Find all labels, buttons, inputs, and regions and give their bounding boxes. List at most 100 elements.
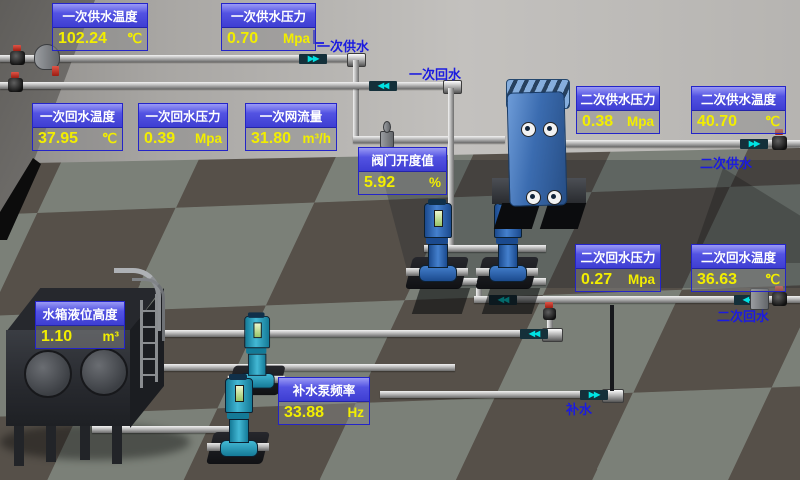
ladder-rail (140, 300, 143, 388)
tank-leg (112, 426, 122, 464)
pump-cap (229, 374, 247, 380)
valve-supply-inlet[interactable] (10, 51, 25, 65)
ladder-rungs (140, 310, 158, 312)
tag-unit: Mpa (628, 272, 655, 287)
valve-secondary-return[interactable] (772, 292, 787, 306)
tag-unit: ℃ (102, 131, 117, 147)
tag-value: 0.70 (227, 30, 258, 48)
flow-arrow-right-icon: ▶▶ (299, 54, 327, 64)
tag-title: 水箱液位高度 (36, 302, 124, 326)
pump-body (498, 244, 518, 268)
tank-leg (14, 426, 24, 466)
flow-arrow-left-icon: ◀◀ (369, 81, 397, 91)
tag-value: 0.39 (144, 130, 175, 148)
pipe-tank-line (148, 330, 548, 337)
pipe-tank-outlet (155, 364, 455, 371)
tag-unit: ℃ (765, 114, 780, 130)
pipe-label-secondary-return: 二次回水 (717, 306, 769, 325)
pipe-makeup (380, 391, 610, 398)
tag-value: 102.24 (58, 30, 107, 48)
valve-handle (13, 45, 21, 51)
tag-secondary-return-press: 二次回水压力 0.27 Mpa (575, 244, 661, 292)
heat-exchanger[interactable] (507, 91, 568, 206)
tag-unit: Mpa (195, 131, 222, 146)
pipe-label-primary-return: 一次回水 (409, 64, 461, 83)
tag-value: 5.92 (364, 174, 395, 192)
tag-tank-level: 水箱液位高度 1.10 m³ (35, 301, 125, 349)
makeup-pump-2[interactable] (216, 378, 260, 466)
tag-primary-net-flow: 一次网流量 31.80m³/h (245, 103, 337, 151)
control-valve[interactable] (380, 131, 394, 148)
circulation-pump-1[interactable] (415, 203, 459, 291)
tag-unit: ℃ (127, 31, 142, 47)
tank-manhole (80, 348, 128, 396)
pump-stub (406, 268, 420, 276)
tag-value: 36.63 (697, 271, 737, 289)
tank-leg (46, 426, 56, 462)
tag-value: 40.70 (697, 113, 737, 131)
tag-title: 一次回水温度 (33, 104, 122, 128)
tag-unit: Mpa (283, 31, 310, 46)
pump-status-window (434, 210, 443, 227)
tag-unit: ℃ (765, 272, 780, 288)
tag-unit: m³ (103, 329, 120, 344)
valve-stem (383, 121, 391, 133)
tag-unit: Mpa (627, 114, 654, 129)
pipe-to-exchanger (353, 136, 505, 143)
tag-primary-return-press: 一次回水压力 0.39 Mpa (138, 103, 228, 151)
pump-neck (426, 237, 448, 244)
pipe-label-primary-supply: 一次供水 (317, 36, 369, 55)
pipe-label-makeup: 补水 (566, 399, 592, 418)
tag-primary-return-temp: 一次回水温度 37.95 ℃ (32, 103, 123, 151)
tag-title: 二次回水温度 (692, 245, 785, 269)
exchanger-port (547, 190, 562, 205)
tag-title: 一次供水温度 (53, 4, 147, 28)
flow-arrow-left-icon: ◀◀ (520, 329, 548, 339)
pump-body (248, 354, 266, 376)
tag-value: 0.38 (582, 113, 613, 131)
tag-unit: % (429, 175, 441, 190)
tag-title: 二次供水温度 (692, 87, 785, 111)
tag-unit: m³/h (303, 131, 332, 146)
tag-title: 二次供水压力 (577, 87, 659, 111)
pump-status-window (235, 385, 244, 402)
valve-handle (545, 302, 553, 308)
pump-neck (496, 237, 518, 244)
tag-title: 一次网流量 (246, 104, 336, 128)
pump-body (428, 244, 448, 268)
pump-stub (207, 443, 221, 451)
valve-secondary-supply[interactable] (772, 136, 787, 150)
pump-neck (246, 347, 266, 353)
pump-neck (227, 412, 249, 419)
tag-title: 一次供水压力 (222, 4, 315, 28)
tag-unit: Hz (348, 405, 365, 420)
valve-handle (11, 72, 19, 78)
pump-body (229, 419, 249, 443)
tag-secondary-supply-temp: 二次供水温度 40.70 ℃ (691, 86, 786, 134)
flow-arrow-right-icon: ▶▶ (740, 139, 768, 149)
exchanger-port (526, 190, 541, 205)
tag-title: 补水泵频率 (279, 378, 369, 402)
tag-title: 二次回水压力 (576, 245, 660, 269)
tag-value: 33.88 (284, 404, 324, 422)
tag-value: 0.27 (581, 271, 612, 289)
tank-manhole (24, 350, 72, 398)
tag-primary-supply-temp: 一次供水温度 102.24 ℃ (52, 3, 148, 51)
tag-valve-opening: 阀门开度值 5.92% (358, 147, 447, 195)
pump-status-window (253, 322, 261, 338)
pump-cap (248, 312, 265, 318)
valve-return-outlet[interactable] (8, 78, 23, 92)
tag-value: 1.10 (41, 328, 72, 346)
tag-value: 37.95 (38, 130, 78, 148)
pump-shadow (412, 288, 470, 314)
tag-title: 一次回水压力 (139, 104, 227, 128)
valve-makeup[interactable] (543, 308, 556, 320)
pump-cap (428, 199, 446, 205)
hmi-screen: ▶▶ ◀◀ ▶▶ ◀◀ ◀◀ ◀◀ ▶▶ (0, 0, 800, 480)
gauge (52, 66, 59, 76)
exchanger-port (521, 122, 536, 137)
pipe-label-secondary-supply: 二次供水 (700, 153, 752, 172)
tank-leg (80, 426, 90, 460)
ladder-rail (155, 294, 158, 382)
pipe-primary-supply-drop (353, 60, 359, 140)
